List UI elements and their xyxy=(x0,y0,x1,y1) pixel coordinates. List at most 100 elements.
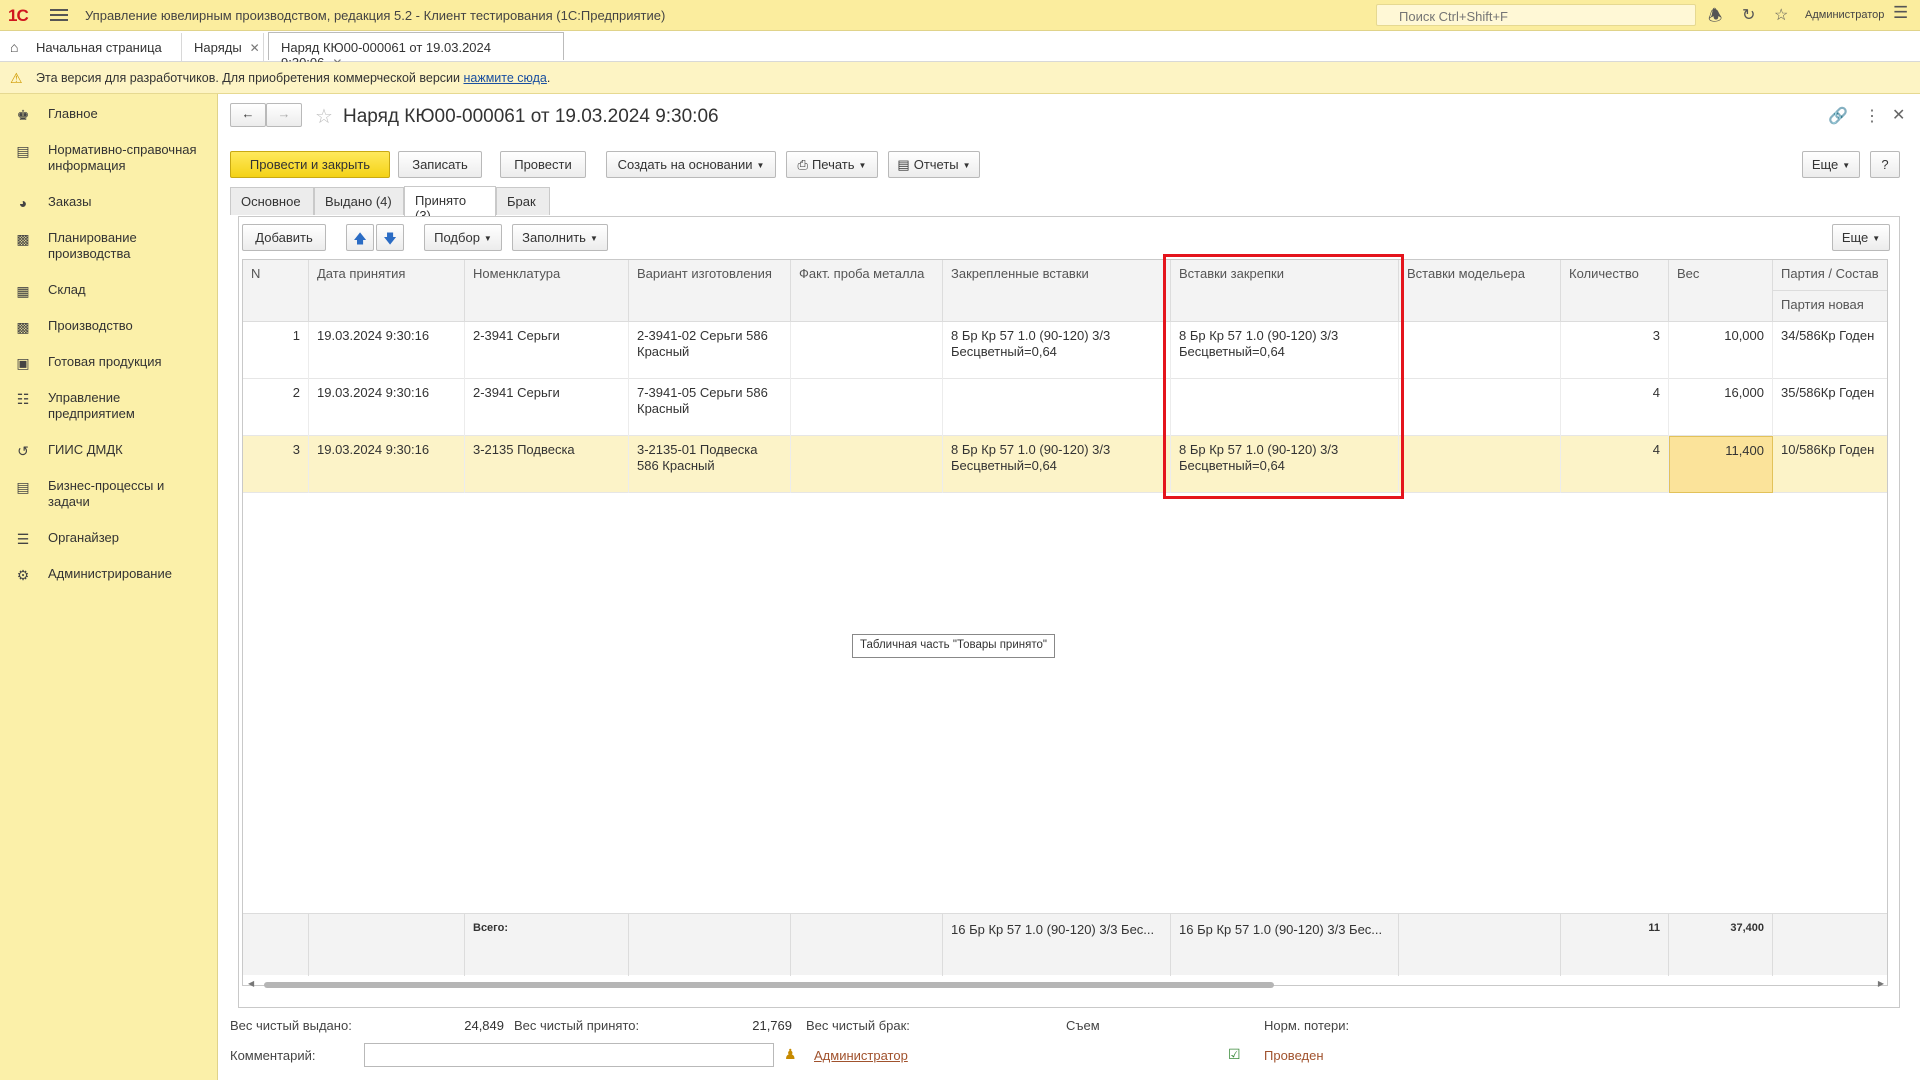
chevron-down-icon: ▼ xyxy=(589,234,598,244)
add-row-button[interactable]: Добавить xyxy=(242,224,326,251)
sidebar-item-management[interactable]: ☷ Управление предприятием xyxy=(0,390,160,422)
sidebar-item-business-processes[interactable]: ▤ Бизнес-процессы и задачи xyxy=(0,478,170,510)
cell-n: 3 xyxy=(243,436,309,493)
cell-batch: 10/586Кр Годен xyxy=(1773,436,1887,493)
close-icon[interactable]: ✕ xyxy=(250,41,260,55)
move-up-button[interactable]: 🡅 xyxy=(346,224,374,251)
star-icon[interactable]: ☆ xyxy=(1774,5,1788,25)
cell-date: 19.03.2024 9:30:16 xyxy=(309,436,465,493)
chevron-down-icon: ▼ xyxy=(483,234,492,244)
net-in-label: Вес чистый принято: xyxy=(514,1018,640,1033)
author-link[interactable]: Администратор xyxy=(814,1048,908,1063)
cell-fixed-inserts: 8 Бр Кр 57 1.0 (90-120) 3/3 Бесцветный=0… xyxy=(943,436,1171,493)
col-header-date[interactable]: Дата принятия xyxy=(309,260,465,322)
totals-fixed-inserts: 16 Бр Кр 57 1.0 (90-120) 3/3 Бес... xyxy=(943,914,1171,976)
tab-orders[interactable]: Наряды ✕ xyxy=(182,33,264,61)
create-based-on-button[interactable]: Создать на основании ▼ xyxy=(606,151,776,178)
col-header-quantity[interactable]: Количество xyxy=(1561,260,1669,322)
cell-modeler-inserts xyxy=(1399,436,1561,493)
col-header-batch[interactable]: Партия / Состав xyxy=(1773,260,1887,291)
table-totals-row: Всего: 16 Бр Кр 57 1.0 (90-120) 3/3 Бес.… xyxy=(243,913,1887,976)
save-button[interactable]: Записать xyxy=(398,151,482,178)
post-button[interactable]: Провести xyxy=(500,151,586,178)
cell-n: 2 xyxy=(243,379,309,436)
posted-status-icon: ☑ xyxy=(1228,1046,1241,1062)
settings-menu-icon[interactable]: ☰ xyxy=(1893,3,1908,23)
scroll-left-icon[interactable]: ◀ xyxy=(248,979,254,988)
cell-variant: 3-2135-01 Подвеска 586 Красный xyxy=(629,436,791,493)
menu-icon[interactable] xyxy=(50,7,68,23)
link-icon[interactable]: 🔗 xyxy=(1828,106,1848,126)
cell-n: 1 xyxy=(243,322,309,379)
sidebar-item-reference[interactable]: ▤ Нормативно-справочная информация xyxy=(0,142,210,174)
tab-current-order[interactable]: Наряд КЮ00-000061 от 19.03.2024 9:30:06✕ xyxy=(268,32,564,70)
sidebar-item-finished-goods[interactable]: ▣ Готовая продукция xyxy=(0,354,218,371)
more-vert-icon[interactable]: ⋮ xyxy=(1864,106,1880,126)
help-button[interactable]: ? xyxy=(1870,151,1900,178)
chevron-down-icon: ▼ xyxy=(1872,234,1881,244)
print-button[interactable]: ⎙ Печать ▼ xyxy=(786,151,878,178)
cell-date: 19.03.2024 9:30:16 xyxy=(309,379,465,436)
sidebar-item-administration[interactable]: ⚙ Администрирование xyxy=(0,566,218,583)
sidebar-item-planning[interactable]: ▩ Планирование производства xyxy=(0,230,160,262)
tab-issued[interactable]: Выдано (4) xyxy=(314,187,404,215)
app-logo[interactable]: 1С xyxy=(8,6,29,26)
col-header-new-batch[interactable]: Партия новая xyxy=(1773,291,1887,322)
col-header-weight[interactable]: Вес xyxy=(1669,260,1773,322)
user-name[interactable]: Администратор xyxy=(1805,9,1884,21)
more-button[interactable]: Еще ▼ xyxy=(1802,151,1860,178)
crown-icon: ♚ xyxy=(16,107,30,123)
table-row-selected[interactable]: 3 19.03.2024 9:30:16 3-2135 Подвеска 3-2… xyxy=(243,436,1887,493)
scrollbar-thumb[interactable] xyxy=(264,982,1274,988)
col-header-probe[interactable]: Факт. проба металла xyxy=(791,260,943,322)
buy-link[interactable]: нажмите сюда xyxy=(463,71,546,85)
close-form-icon[interactable]: ✕ xyxy=(1892,105,1905,125)
table-row[interactable]: 2 19.03.2024 9:30:16 2-3941 Серьги 7-394… xyxy=(243,379,1887,436)
back-button[interactable]: ← xyxy=(230,103,266,127)
arrow-left-icon: ← xyxy=(241,106,255,121)
col-header-modeler-inserts[interactable]: Вставки модельера xyxy=(1399,260,1561,322)
pie-icon: ◕ xyxy=(18,195,28,211)
move-down-button[interactable]: 🡇 xyxy=(376,224,404,251)
favorite-star-icon[interactable]: ☆ xyxy=(315,104,333,129)
cell-quantity: 4 xyxy=(1561,379,1669,436)
sidebar-item-warehouse[interactable]: ▦ Склад xyxy=(0,282,218,299)
col-header-n[interactable]: N xyxy=(243,260,309,322)
scroll-right-icon[interactable]: ▶ xyxy=(1878,979,1884,988)
cell-weight-active[interactable]: 11,400 xyxy=(1669,436,1773,493)
totals-setting-inserts: 16 Бр Кр 57 1.0 (90-120) 3/3 Бес... xyxy=(1171,914,1399,976)
sidebar-item-main[interactable]: ♚ Главное xyxy=(0,106,218,123)
history-icon[interactable]: ↻ xyxy=(1742,5,1755,25)
sidebar-item-organizer[interactable]: ☰ Органайзер xyxy=(0,530,218,547)
search-input[interactable] xyxy=(1376,4,1696,26)
forward-button[interactable]: → xyxy=(266,103,302,127)
chevron-down-icon: ▼ xyxy=(1842,161,1851,171)
fill-button[interactable]: Заполнить ▼ xyxy=(512,224,608,251)
title-bar: 1С Управление ювелирным производством, р… xyxy=(0,0,1920,31)
tab-defect[interactable]: Брак xyxy=(496,187,550,215)
tab-accepted[interactable]: Принято (3) xyxy=(404,186,496,223)
accepted-goods-table[interactable]: N Дата принятия Номенклатура Вариант изг… xyxy=(242,259,1888,986)
sidebar-item-giis[interactable]: ↺ ГИИС ДМДК xyxy=(0,442,218,459)
cell-quantity: 3 xyxy=(1561,322,1669,379)
tab-main[interactable]: Основное xyxy=(230,187,314,215)
cell-batch: 34/586Кр Годен xyxy=(1773,322,1887,379)
net-out-label: Вес чистый выдано: xyxy=(230,1018,352,1033)
sidebar-item-orders[interactable]: ◕ Заказы xyxy=(0,194,218,211)
comment-field[interactable] xyxy=(364,1043,774,1067)
post-and-close-button[interactable]: Провести и закрыть xyxy=(230,151,390,178)
cell-probe xyxy=(791,322,943,379)
table-more-button[interactable]: Еще ▼ xyxy=(1832,224,1890,251)
page-title: Наряд КЮ00-000061 от 19.03.2024 9:30:06 xyxy=(343,106,719,127)
tab-home[interactable]: ⌂ Начальная страница xyxy=(0,33,182,61)
pick-button[interactable]: Подбор ▼ xyxy=(424,224,502,251)
col-header-fixed-inserts[interactable]: Закрепленные вставки xyxy=(943,260,1171,322)
col-header-variant[interactable]: Вариант изготовления xyxy=(629,260,791,322)
sidebar-item-production[interactable]: ▩ Производство xyxy=(0,318,218,335)
col-header-nomenclature[interactable]: Номенклатура xyxy=(465,260,629,322)
table-row[interactable]: 1 19.03.2024 9:30:16 2-3941 Серьги 2-394… xyxy=(243,322,1887,379)
bell-icon[interactable]: 🕭 xyxy=(1708,5,1722,32)
sync-icon: ↺ xyxy=(17,443,29,459)
horizontal-scrollbar[interactable]: ◀ ▶ xyxy=(248,979,1884,991)
reports-button[interactable]: ▤ Отчеты ▼ xyxy=(888,151,980,178)
